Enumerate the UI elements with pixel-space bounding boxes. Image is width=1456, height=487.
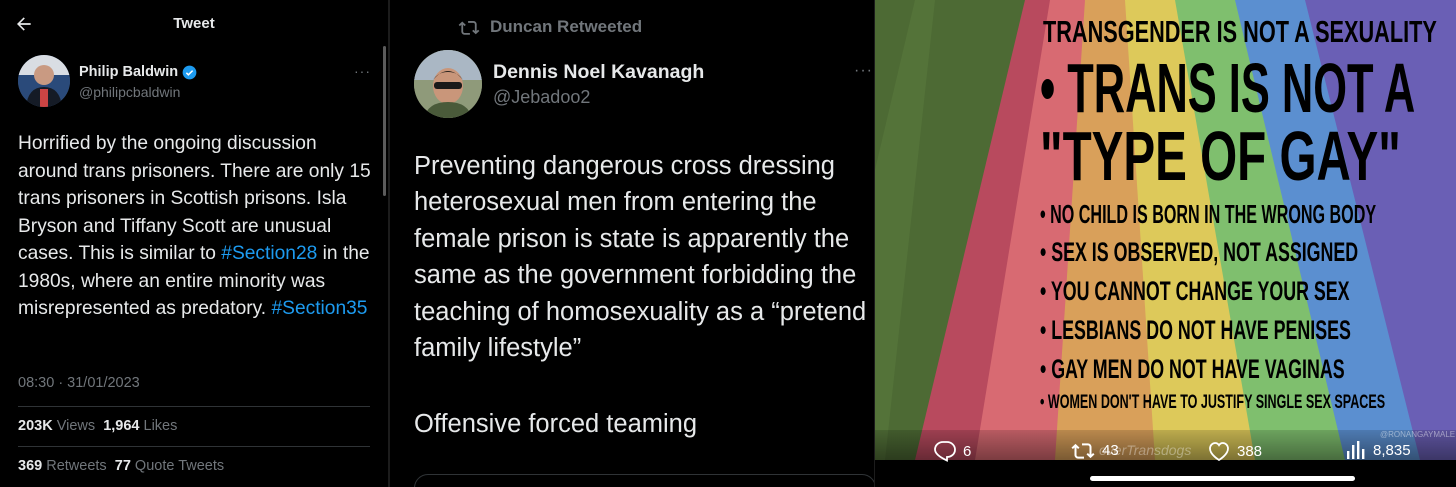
meme-text-line: • YOU CANNOT CHANGE YOUR SEX bbox=[1040, 276, 1350, 306]
tweet-timestamp[interactable]: 08:30 · 31/01/2023 bbox=[18, 375, 140, 391]
avatar-photo bbox=[18, 55, 70, 107]
tweet-detail-panel: Tweet Philip Baldwin @philipcbaldwin ···… bbox=[0, 0, 388, 487]
meme-text-line: • WOMEN DON'T HAVE TO JUSTIFY SINGLE SEX… bbox=[1040, 392, 1386, 413]
views-count: 8,835 bbox=[1373, 441, 1411, 459]
avatar-photo bbox=[414, 50, 482, 118]
retweets-count[interactable]: 369 bbox=[18, 458, 42, 474]
image-post-panel: TRANSGENDER IS NOT A SEXUALITY • TRANS IS… bbox=[875, 0, 1456, 487]
retweeted-tweet-panel: Duncan Retweeted Dennis Noel Kavanagh @J… bbox=[390, 0, 874, 487]
meme-text-line: "TYPE OF GAY" bbox=[1040, 117, 1401, 195]
author-name[interactable]: Dennis Noel Kavanagh bbox=[493, 61, 704, 84]
avatar[interactable] bbox=[414, 50, 482, 118]
author-name-text: Philip Baldwin bbox=[79, 64, 179, 80]
avatar[interactable] bbox=[18, 55, 70, 107]
quotes-count[interactable]: 77 bbox=[115, 458, 131, 474]
like-icon bbox=[1209, 442, 1229, 462]
verified-badge-icon bbox=[182, 65, 197, 79]
more-options-icon[interactable]: ··· bbox=[354, 63, 371, 79]
retweet-icon bbox=[1071, 443, 1095, 459]
tweet-text: Horrified by the ongoing discussion arou… bbox=[18, 130, 378, 323]
quoted-card[interactable] bbox=[414, 474, 874, 487]
views-icon bbox=[1347, 441, 1365, 459]
retweet-context[interactable]: Duncan Retweeted bbox=[458, 17, 642, 37]
likes-label[interactable]: Likes bbox=[144, 418, 178, 434]
hashtag-link[interactable]: #Section35 bbox=[271, 298, 367, 319]
meme-text-line: TRANSGENDER IS NOT A SEXUALITY bbox=[1043, 14, 1437, 49]
tweet-text: Preventing dangerous cross dressing hete… bbox=[414, 152, 867, 363]
more-options-icon[interactable]: ··· bbox=[854, 62, 873, 80]
views-likes-row: 203K Views 1,964 Likes bbox=[18, 418, 177, 434]
meme-text-line: • NO CHILD IS BORN IN THE WRONG BODY bbox=[1040, 199, 1377, 229]
retweets-quotes-row: 369 Retweets 77 Quote Tweets bbox=[18, 458, 224, 474]
reply-count: 6 bbox=[963, 442, 972, 460]
retweets-label[interactable]: Retweets bbox=[46, 458, 106, 474]
retweet-count: 43 bbox=[1102, 441, 1119, 459]
likes-count[interactable]: 1,964 bbox=[103, 418, 139, 434]
meme-text-line: • TRANS IS NOT A bbox=[1040, 49, 1416, 127]
meme-text-line: • SEX IS OBSERVED, NOT ASSIGNED bbox=[1040, 237, 1359, 267]
author-name[interactable]: Philip Baldwin bbox=[79, 64, 197, 80]
page-title: Tweet bbox=[173, 15, 215, 32]
author-handle[interactable]: @Jebadoo2 bbox=[493, 87, 590, 108]
author-handle[interactable]: @philipcbaldwin bbox=[79, 84, 180, 100]
views-label: Views bbox=[56, 418, 96, 434]
quotes-label[interactable]: Quote Tweets bbox=[135, 458, 224, 474]
corner-watermark: @RONANGAYMALE bbox=[1380, 430, 1456, 439]
home-indicator[interactable] bbox=[1090, 476, 1355, 481]
tweet-comment: Offensive forced teaming bbox=[414, 410, 698, 438]
views-button[interactable]: 8,835 bbox=[1345, 440, 1411, 460]
scrollbar[interactable] bbox=[383, 46, 386, 196]
meme-text-line: • GAY MEN DO NOT HAVE VAGINAS bbox=[1040, 354, 1345, 384]
hashtag-link[interactable]: #Section28 bbox=[221, 243, 317, 264]
meme-text-line: • LESBIANS DO NOT HAVE PENISES bbox=[1040, 315, 1351, 345]
like-button[interactable]: 388 bbox=[1207, 440, 1262, 462]
retweet-icon bbox=[458, 21, 480, 35]
reply-icon bbox=[934, 441, 956, 462]
divider bbox=[18, 406, 370, 407]
retweet-button[interactable]: 43 bbox=[1070, 440, 1119, 460]
reply-button[interactable]: 6 bbox=[933, 440, 971, 462]
divider bbox=[18, 446, 370, 447]
retweeted-by-label: Duncan Retweeted bbox=[490, 17, 643, 36]
views-count: 203K bbox=[18, 418, 53, 434]
like-count: 388 bbox=[1237, 442, 1263, 460]
meme-text-block: TRANSGENDER IS NOT A SEXUALITY • TRANS IS… bbox=[1040, 16, 1450, 412]
